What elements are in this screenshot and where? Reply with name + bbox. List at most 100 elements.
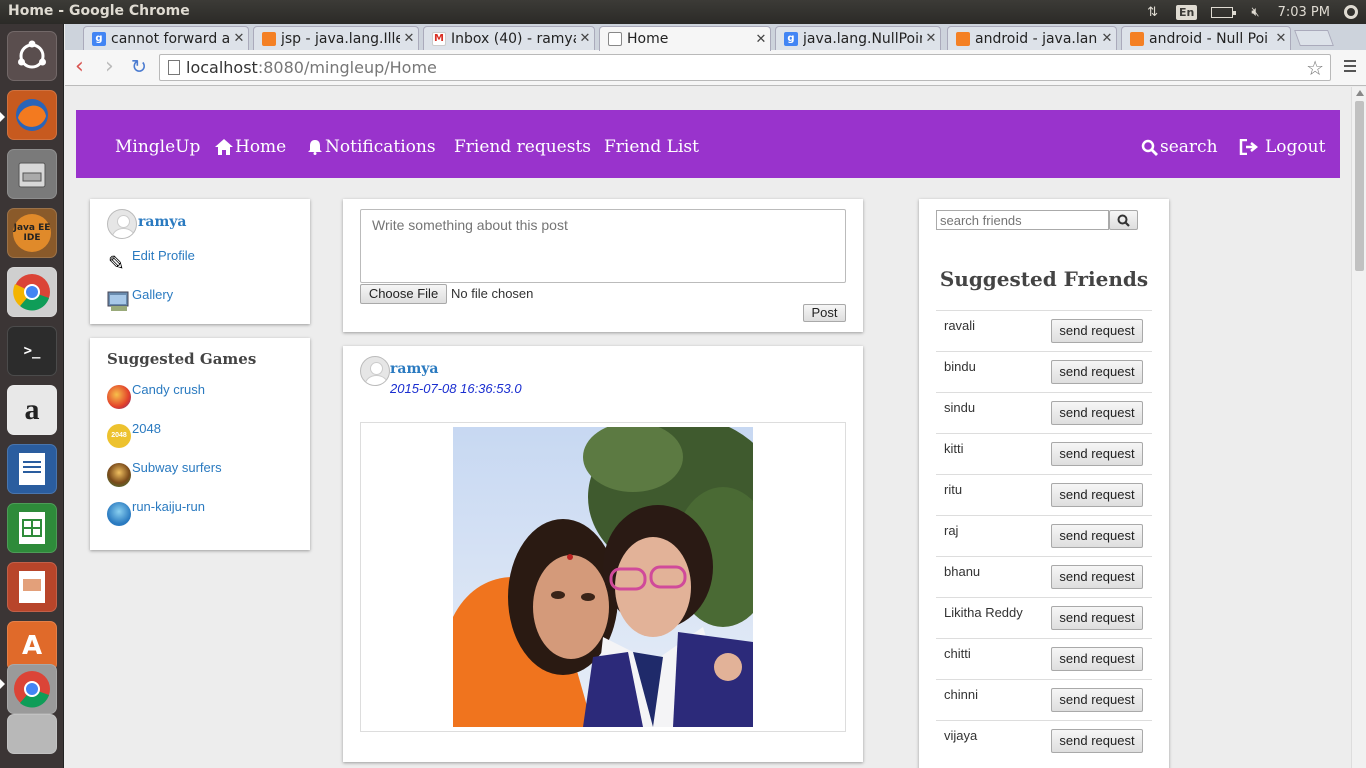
suggested-friends-card: Suggested Friends ravali send request bin… xyxy=(919,199,1169,768)
firefox-icon[interactable] xyxy=(7,90,57,140)
post-timestamp: 2015-07-08 16:36:53.0 xyxy=(390,381,522,396)
game-link-run-kaiju-run[interactable]: run-kaiju-run xyxy=(132,499,205,514)
address-bar[interactable]: localhost:8080/mingleup/Home ☆ xyxy=(159,54,1331,81)
system-gear-icon[interactable] xyxy=(1344,5,1358,19)
nav-search[interactable]: search xyxy=(1141,137,1218,157)
profile-username-link[interactable]: ramya xyxy=(138,214,186,230)
scrollbar-thumb[interactable] xyxy=(1355,101,1364,271)
friend-name: bindu xyxy=(944,359,976,374)
send-request-button[interactable]: send request xyxy=(1051,524,1143,548)
battery-icon[interactable] xyxy=(1211,6,1237,18)
search-friends-button[interactable] xyxy=(1109,210,1138,230)
keyboard-layout-indicator[interactable]: En xyxy=(1176,4,1198,20)
game-link-2048[interactable]: 2048 xyxy=(132,421,161,436)
search-friends-input[interactable] xyxy=(936,210,1109,230)
java-ee-ide-icon[interactable]: Java EE IDE xyxy=(7,208,57,258)
system-tray: ⇅ En 🔇︎ 7:03 PM xyxy=(1147,0,1366,24)
send-request-button[interactable]: send request xyxy=(1051,360,1143,384)
stackoverflow-icon xyxy=(956,31,970,46)
nav-home-label: Home xyxy=(235,137,287,157)
friend-row: ravali send request xyxy=(936,310,1152,351)
chrome-icon[interactable] xyxy=(7,267,57,317)
stackoverflow-icon xyxy=(262,31,276,46)
edit-profile-link[interactable]: Edit Profile xyxy=(132,248,195,263)
chrome-menu-icon[interactable] xyxy=(1344,60,1356,75)
close-tab-icon[interactable]: ✕ xyxy=(752,32,770,47)
tab-nullpointer[interactable]: g java.lang.NullPoin ✕ xyxy=(775,26,941,50)
gallery-icon xyxy=(107,291,129,311)
workspace-switcher-icon[interactable] xyxy=(7,714,57,754)
tab-android-null[interactable]: android - Null Poi ✕ xyxy=(1121,26,1291,50)
tab-cannot-forward[interactable]: g cannot forward a ✕ xyxy=(83,26,249,50)
send-request-button[interactable]: send request xyxy=(1051,483,1143,507)
friend-name: bhanu xyxy=(944,564,981,579)
ubuntu-dash-icon[interactable] xyxy=(7,31,57,81)
friend-row: ritu send request xyxy=(936,474,1152,515)
post-author-link[interactable]: ramya xyxy=(390,361,438,377)
pencil-icon: ✎ xyxy=(108,251,125,275)
libreoffice-impress-icon[interactable] xyxy=(7,562,57,612)
post-textarea[interactable] xyxy=(360,209,846,283)
volume-muted-icon[interactable]: 🔇︎ xyxy=(1251,5,1259,20)
amazon-icon[interactable]: a xyxy=(7,385,57,435)
choose-file-button[interactable]: Choose File xyxy=(360,284,447,304)
gallery-link[interactable]: Gallery xyxy=(132,287,173,302)
forward-arrow-icon[interactable]: › xyxy=(105,56,114,78)
friend-name: Likitha Reddy xyxy=(944,605,1023,620)
new-tab-button[interactable] xyxy=(1294,30,1334,46)
friend-name: kitti xyxy=(944,441,964,456)
nav-search-label: search xyxy=(1160,137,1218,157)
send-request-button[interactable]: send request xyxy=(1051,647,1143,671)
stackoverflow-icon xyxy=(1130,31,1144,46)
tab-home[interactable]: Home ✕ xyxy=(599,26,771,51)
tab-android-java[interactable]: android - java.lang ✕ xyxy=(947,26,1117,50)
reload-icon[interactable]: ↻ xyxy=(131,56,147,78)
nav-logout[interactable]: Logout xyxy=(1239,137,1325,157)
send-request-button[interactable]: send request xyxy=(1051,729,1143,753)
scroll-up-arrow-icon[interactable] xyxy=(1356,90,1364,96)
bookmark-star-icon[interactable]: ☆ xyxy=(1306,56,1324,80)
close-tab-icon[interactable]: ✕ xyxy=(922,31,940,46)
running-indicator xyxy=(0,112,5,122)
game-link-subway-surfers[interactable]: Subway surfers xyxy=(132,460,222,475)
files-icon[interactable] xyxy=(7,149,57,199)
nav-home[interactable]: Home xyxy=(215,137,286,157)
tab-jsp-illegal[interactable]: jsp - java.lang.Illeg ✕ xyxy=(253,26,419,50)
feed-post-card: ramya 2015-07-08 16:36:53.0 xyxy=(343,346,863,762)
terminal-icon[interactable]: >_ xyxy=(7,326,57,376)
libreoffice-calc-icon[interactable] xyxy=(7,503,57,553)
google-g-icon: g xyxy=(92,31,106,46)
brand-link[interactable]: MingleUp xyxy=(115,137,200,157)
nav-friend-requests[interactable]: Friend requests xyxy=(454,137,591,157)
nav-notifications-label: Notifications xyxy=(325,137,436,157)
close-tab-icon[interactable]: ✕ xyxy=(230,31,248,46)
libreoffice-writer-icon[interactable] xyxy=(7,444,57,494)
network-arrows-icon[interactable]: ⇅ xyxy=(1147,5,1158,20)
page-scrollbar[interactable] xyxy=(1351,87,1366,768)
send-request-button[interactable]: send request xyxy=(1051,688,1143,712)
post-photo[interactable] xyxy=(453,427,753,727)
url-text[interactable]: localhost:8080/mingleup/Home xyxy=(186,58,437,77)
send-request-button[interactable]: send request xyxy=(1051,401,1143,425)
tab-inbox[interactable]: M Inbox (40) - ramya ✕ xyxy=(423,26,595,50)
nav-friend-list[interactable]: Friend List xyxy=(604,137,699,157)
clock[interactable]: 7:03 PM xyxy=(1278,5,1330,20)
nav-notifications[interactable]: Notifications xyxy=(307,137,436,157)
send-request-button[interactable]: send request xyxy=(1051,565,1143,589)
close-tab-icon[interactable]: ✕ xyxy=(1098,31,1116,46)
page-info-icon[interactable] xyxy=(168,60,180,75)
game-link-candy-crush[interactable]: Candy crush xyxy=(132,382,205,397)
close-tab-icon[interactable]: ✕ xyxy=(1272,31,1290,46)
close-tab-icon[interactable]: ✕ xyxy=(400,31,418,46)
back-arrow-icon[interactable]: ‹ xyxy=(75,56,84,78)
friend-row: Likitha Reddy send request xyxy=(936,597,1152,638)
send-request-button[interactable]: send request xyxy=(1051,606,1143,630)
close-tab-icon[interactable]: ✕ xyxy=(576,31,594,46)
profile-card: ramya ✎ Edit Profile Gallery xyxy=(90,199,310,324)
send-request-button[interactable]: send request xyxy=(1051,442,1143,466)
chrome-active-icon[interactable] xyxy=(7,664,57,714)
friend-row: kitti send request xyxy=(936,433,1152,474)
post-button[interactable]: Post xyxy=(803,304,846,322)
send-request-button[interactable]: send request xyxy=(1051,319,1143,343)
browser-toolbar: ‹ › ↻ localhost:8080/mingleup/Home ☆ xyxy=(65,50,1366,86)
